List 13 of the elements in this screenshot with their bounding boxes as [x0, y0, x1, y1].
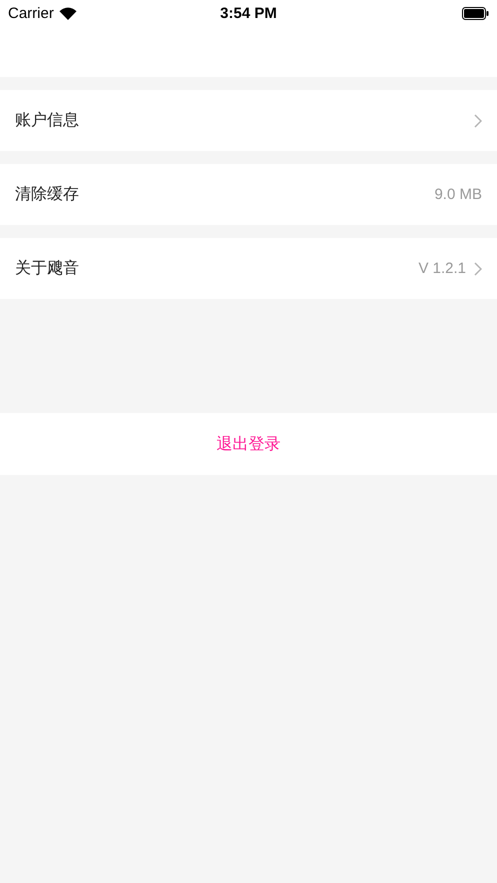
row-label: 清除缓存: [15, 184, 80, 205]
row-value: V 1.2.1: [418, 260, 466, 277]
clock-time: 3:54 PM: [220, 4, 277, 22]
battery-icon: [462, 6, 489, 20]
carrier-label: Carrier: [8, 4, 54, 22]
settings-row[interactable]: 清除缓存 9.0 MB: [0, 164, 497, 225]
logout-button[interactable]: 退出登录: [0, 413, 497, 475]
wifi-icon: [58, 6, 77, 20]
settings-row[interactable]: 账户信息: [0, 90, 497, 151]
settings-row[interactable]: 关于飕音 V 1.2.1: [0, 238, 497, 299]
row-label: 账户信息: [15, 110, 80, 131]
row-label: 关于飕音: [15, 258, 80, 279]
row-value: 9.0 MB: [434, 186, 482, 203]
